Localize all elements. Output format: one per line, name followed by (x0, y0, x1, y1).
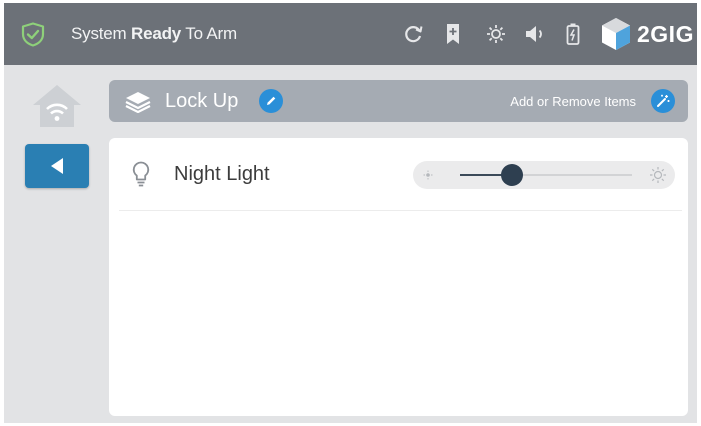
scene-header: Lock Up Add or Remove Items (109, 80, 688, 122)
add-remove-items-link[interactable]: Add or Remove Items (510, 94, 636, 109)
volume-icon[interactable] (523, 23, 549, 45)
refresh-icon[interactable] (402, 23, 424, 45)
edit-scene-button[interactable] (259, 89, 283, 113)
arm-status-text: System Ready To Arm (71, 24, 237, 44)
app-frame: System Ready To Arm 2GIG Lock Up Add or … (4, 3, 697, 423)
dim-sun-icon (423, 170, 433, 180)
layers-icon (125, 92, 151, 113)
slider-knob[interactable] (500, 164, 523, 186)
status-prefix: System (71, 24, 132, 43)
back-arrow-icon (51, 158, 63, 174)
cube-logo-icon (602, 18, 630, 50)
status-bar: System Ready To Arm 2GIG (4, 3, 697, 65)
lightbulb-icon (132, 161, 150, 187)
home-wifi-icon[interactable] (31, 83, 83, 129)
bookmark-icon[interactable] (445, 23, 461, 45)
status-suffix: To Arm (181, 24, 237, 43)
dimmer-slider[interactable] (413, 161, 675, 189)
pencil-icon (267, 96, 276, 105)
brand-logo: 2GIG (600, 17, 694, 51)
shield-check-icon (21, 22, 45, 47)
magic-wand-icon (657, 94, 670, 107)
brand-name: 2GIG (637, 20, 694, 47)
scene-title: Lock Up (165, 90, 239, 112)
add-remove-items-button[interactable] (651, 89, 675, 113)
scene-items-panel: Night Light (109, 138, 688, 416)
back-button[interactable] (25, 144, 89, 188)
status-ready: Ready (131, 24, 182, 43)
battery-icon[interactable] (566, 23, 580, 45)
scene-item-row[interactable]: Night Light (119, 138, 682, 211)
brightness-icon[interactable] (484, 23, 508, 45)
item-label: Night Light (174, 163, 270, 185)
bright-sun-icon (650, 167, 666, 183)
